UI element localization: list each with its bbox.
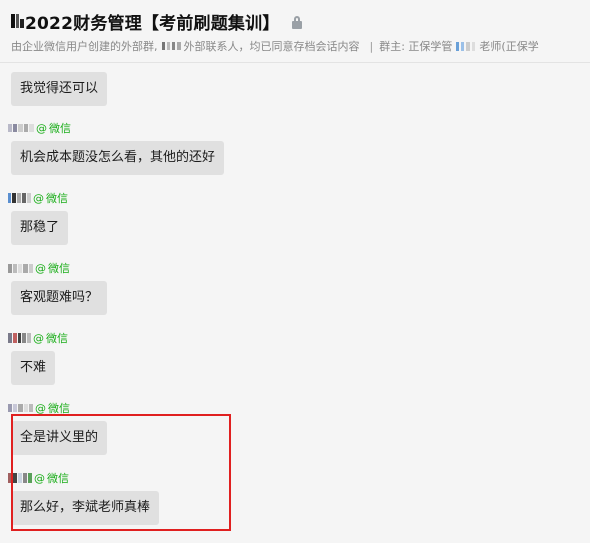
message-sender: @ 微信 <box>8 191 68 205</box>
group-owner-prefix: 群主: 正保学管 <box>379 40 453 53</box>
message-sender: @ 微信 <box>8 331 68 345</box>
message-sender: @ 微信 <box>8 261 70 275</box>
message-sender: @ 微信 <box>8 121 71 135</box>
wechat-source-at-icon: @ <box>33 331 44 345</box>
message-bubble[interactable]: 那稳了 <box>11 211 69 245</box>
message-source-label: 微信 <box>46 332 68 345</box>
lock-icon <box>291 15 302 29</box>
pixelated-redaction <box>8 333 31 343</box>
wechat-source-at-icon: @ <box>33 191 44 205</box>
message-bubble[interactable]: 客观题难吗？ <box>11 281 108 315</box>
pixelated-redaction <box>8 193 31 203</box>
pixelated-redaction <box>8 124 34 132</box>
group-owner-suffix: 老师(正保学 <box>479 40 539 53</box>
subtitle-main: 由企业微信用户创建的外部群, <box>11 40 158 53</box>
message-sender: @ 微信 <box>8 401 70 415</box>
chat-header: 2022财务管理【考前刷题集训】 由企业微信用户创建的外部群, 外部联系人，均已… <box>0 0 590 62</box>
group-subtitle: 由企业微信用户创建的外部群, 外部联系人，均已同意存档会话内容 | 群主: 正保… <box>11 38 539 54</box>
pixelated-redaction <box>8 263 33 273</box>
message-source-label: 微信 <box>46 192 68 205</box>
red-highlight-box <box>11 414 231 531</box>
group-title: 2022财务管理【考前刷题集训】 <box>25 13 280 34</box>
pixelated-redaction <box>8 404 33 412</box>
message-bubble[interactable]: 机会成本题没怎么看，其他的还好 <box>11 141 225 175</box>
wechat-source-at-icon: @ <box>35 401 46 415</box>
message-bubble[interactable]: 我觉得还可以 <box>11 72 108 106</box>
header-divider <box>0 62 590 63</box>
message-source-label: 微信 <box>49 122 71 135</box>
message-source-label: 微信 <box>48 262 70 275</box>
title-row: 2022财务管理【考前刷题集训】 <box>11 8 302 34</box>
wechat-source-at-icon: @ <box>36 121 47 135</box>
pixelated-redaction <box>161 42 181 50</box>
message-bubble[interactable]: 不难 <box>11 351 56 385</box>
wechat-source-at-icon: @ <box>35 261 46 275</box>
subtitle-separator: | <box>369 39 374 53</box>
subtitle-mid: 外部联系人，均已同意存档会话内容 <box>183 40 360 53</box>
pixelated-redaction <box>11 14 25 28</box>
pixelated-redaction <box>456 41 476 51</box>
